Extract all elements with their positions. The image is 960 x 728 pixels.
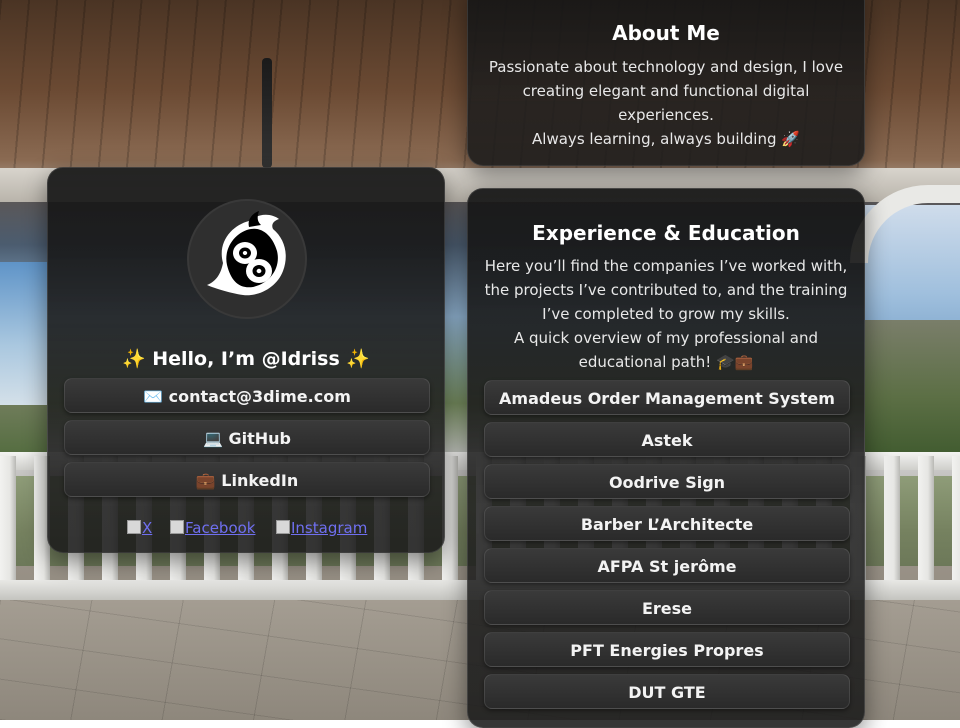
- linkedin-button[interactable]: 💼 LinkedIn: [64, 462, 430, 497]
- about-card: About Me Passionate about technology and…: [467, 0, 865, 166]
- experience-title: Experience & Education: [532, 221, 800, 245]
- experience-intro: Here you’ll find the companies I’ve work…: [482, 254, 850, 374]
- about-line-4: Always learning, always building 🚀: [532, 130, 800, 148]
- social-link-facebook[interactable]: Facebook: [170, 518, 255, 538]
- background-sky-left: [0, 262, 47, 412]
- experience-item-oodrive[interactable]: Oodrive Sign: [484, 464, 850, 499]
- social-links: X Facebook Instagram: [48, 518, 444, 538]
- about-line-1: Passionate about technology and design, …: [488, 58, 844, 76]
- experience-line-4: A quick overview of my professional and: [513, 329, 819, 347]
- experience-item-amadeus[interactable]: Amadeus Order Management System: [484, 380, 850, 415]
- experience-item-pft[interactable]: PFT Energies Propres: [484, 632, 850, 667]
- social-link-instagram-label: Instagram: [291, 519, 368, 537]
- avatar: [187, 199, 307, 319]
- greeting-heading: ✨ Hello, I’m @Idriss ✨: [121, 348, 371, 370]
- experience-item-dut[interactable]: DUT GTE: [484, 674, 850, 709]
- experience-line-1: Here you’ll find the companies I’ve work…: [484, 257, 848, 275]
- experience-line-3: I’ve completed to grow my skills.: [542, 305, 790, 323]
- experience-item-barber[interactable]: Barber L’Architecte: [484, 506, 850, 541]
- social-link-x[interactable]: X: [127, 518, 152, 538]
- facebook-icon: [170, 520, 184, 534]
- social-link-x-label: X: [142, 519, 153, 537]
- experience-item-erese[interactable]: Erese: [484, 590, 850, 625]
- owl-logo-icon: [207, 211, 286, 296]
- about-title: About Me: [612, 21, 720, 45]
- experience-item-astek[interactable]: Astek: [484, 422, 850, 457]
- experience-line-5: educational path! 🎓💼: [578, 353, 754, 371]
- social-link-facebook-label: Facebook: [185, 519, 256, 537]
- experience-line-2: the projects I’ve contributed to, and th…: [484, 281, 848, 299]
- about-text: Passionate about technology and design, …: [482, 55, 850, 151]
- profile-card: ✨ Hello, I’m @Idriss ✨ ✉️ contact@3dime.…: [47, 167, 445, 553]
- github-button[interactable]: 💻 GitHub: [64, 420, 430, 455]
- contact-email-button[interactable]: ✉️ contact@3dime.com: [64, 378, 430, 413]
- background-lamp: [262, 58, 272, 168]
- experience-item-afpa[interactable]: AFPA St jerôme: [484, 548, 850, 583]
- x-icon: [127, 520, 141, 534]
- social-link-instagram[interactable]: Instagram: [276, 518, 367, 538]
- experience-card: Experience & Education Here you’ll find …: [467, 188, 865, 728]
- background-hills-right: [865, 320, 960, 460]
- about-line-2: creating elegant and functional digital: [522, 82, 810, 100]
- about-line-3: experiences.: [618, 106, 714, 124]
- instagram-icon: [276, 520, 290, 534]
